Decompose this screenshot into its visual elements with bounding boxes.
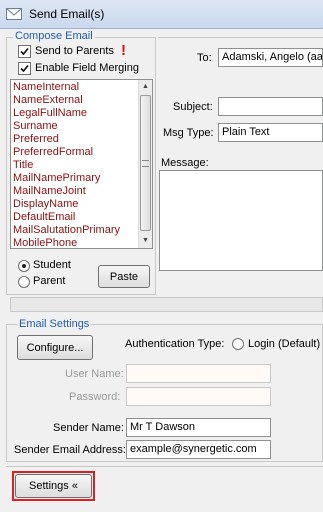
message-label: Message:	[161, 157, 209, 169]
parent-radio-label[interactable]: Parent	[33, 275, 65, 287]
paste-button[interactable]: Paste	[98, 265, 150, 288]
sender-email-input[interactable]: example@synergetic.com	[126, 440, 271, 459]
subject-label: Subject:	[173, 101, 213, 113]
title-bar: Send Email(s)	[0, 0, 323, 29]
configure-button-label: Configure...	[26, 341, 84, 354]
list-item[interactable]: MailSalutationPrimary	[13, 224, 120, 237]
email-settings-group-label: Email Settings	[17, 318, 92, 331]
list-scrollbar[interactable]: ▲ ▼	[138, 80, 152, 248]
list-item[interactable]: Preferred	[13, 133, 59, 146]
msg-type-select[interactable]: Plain Text	[218, 123, 323, 142]
checkmark-icon	[20, 47, 29, 56]
student-radio-label[interactable]: Student	[33, 259, 71, 271]
enable-field-merging-label[interactable]: Enable Field Merging	[35, 62, 139, 74]
subject-input[interactable]	[218, 97, 323, 116]
email-icon	[6, 7, 22, 21]
scroll-up-arrow-icon[interactable]: ▲	[139, 80, 152, 93]
settings-toggle-label: Settings «	[29, 480, 78, 492]
compose-email-group-label: Compose Email	[13, 30, 95, 43]
auth-login-label[interactable]: Login (Default)	[248, 338, 320, 350]
footer-divider	[6, 466, 323, 467]
grip-icon	[142, 160, 149, 167]
settings-toggle-button[interactable]: Settings «	[15, 474, 92, 498]
message-textarea[interactable]	[159, 170, 323, 271]
auth-login-radio[interactable]	[232, 338, 244, 350]
list-item[interactable]: NameExternal	[13, 94, 83, 107]
sender-email-label: Sender Email Address:	[14, 444, 126, 456]
list-item[interactable]: DisplayName	[13, 198, 78, 211]
send-to-parents-label[interactable]: Send to Parents	[35, 45, 114, 57]
list-item[interactable]: MailNamePrimary	[13, 172, 100, 185]
student-radio[interactable]	[18, 260, 30, 272]
list-item[interactable]: NameInternal	[13, 81, 79, 94]
list-item[interactable]: LegalFullName	[13, 107, 87, 120]
password-label: Password:	[69, 391, 121, 403]
enable-field-merging-checkbox[interactable]	[18, 62, 31, 75]
configure-button[interactable]: Configure...	[17, 335, 93, 360]
splitter-bar[interactable]	[10, 297, 323, 312]
to-label: To:	[197, 52, 212, 64]
window-title: Send Email(s)	[29, 7, 105, 21]
parent-radio[interactable]	[18, 276, 30, 288]
auth-type-label: Authentication Type:	[125, 338, 225, 350]
list-item[interactable]: Surname	[13, 120, 58, 133]
to-field[interactable]: Adamski, Angelo (aa	[218, 48, 323, 67]
send-to-parents-checkbox[interactable]	[18, 45, 31, 58]
merge-field-list[interactable]: NameInternal NameExternal LegalFullName …	[10, 79, 153, 249]
sender-name-input[interactable]: Mr T Dawson	[126, 418, 271, 437]
required-indicator-icon: !	[121, 42, 126, 59]
checkmark-icon	[20, 64, 29, 73]
password-input[interactable]	[126, 387, 271, 406]
list-item[interactable]: PreferredFormal	[13, 146, 93, 159]
scroll-down-arrow-icon[interactable]: ▼	[139, 234, 152, 247]
msg-type-label: Msg Type:	[163, 127, 214, 139]
list-item[interactable]: Title	[13, 159, 33, 172]
list-item[interactable]: MailNameJoint	[13, 185, 86, 198]
user-name-input[interactable]	[126, 364, 271, 383]
list-item[interactable]: DefaultEmail	[13, 211, 75, 224]
paste-button-label: Paste	[109, 270, 139, 283]
sender-name-label: Sender Name:	[53, 422, 124, 434]
user-name-label: User Name:	[65, 368, 124, 380]
list-item[interactable]: MobilePhone	[13, 237, 77, 248]
